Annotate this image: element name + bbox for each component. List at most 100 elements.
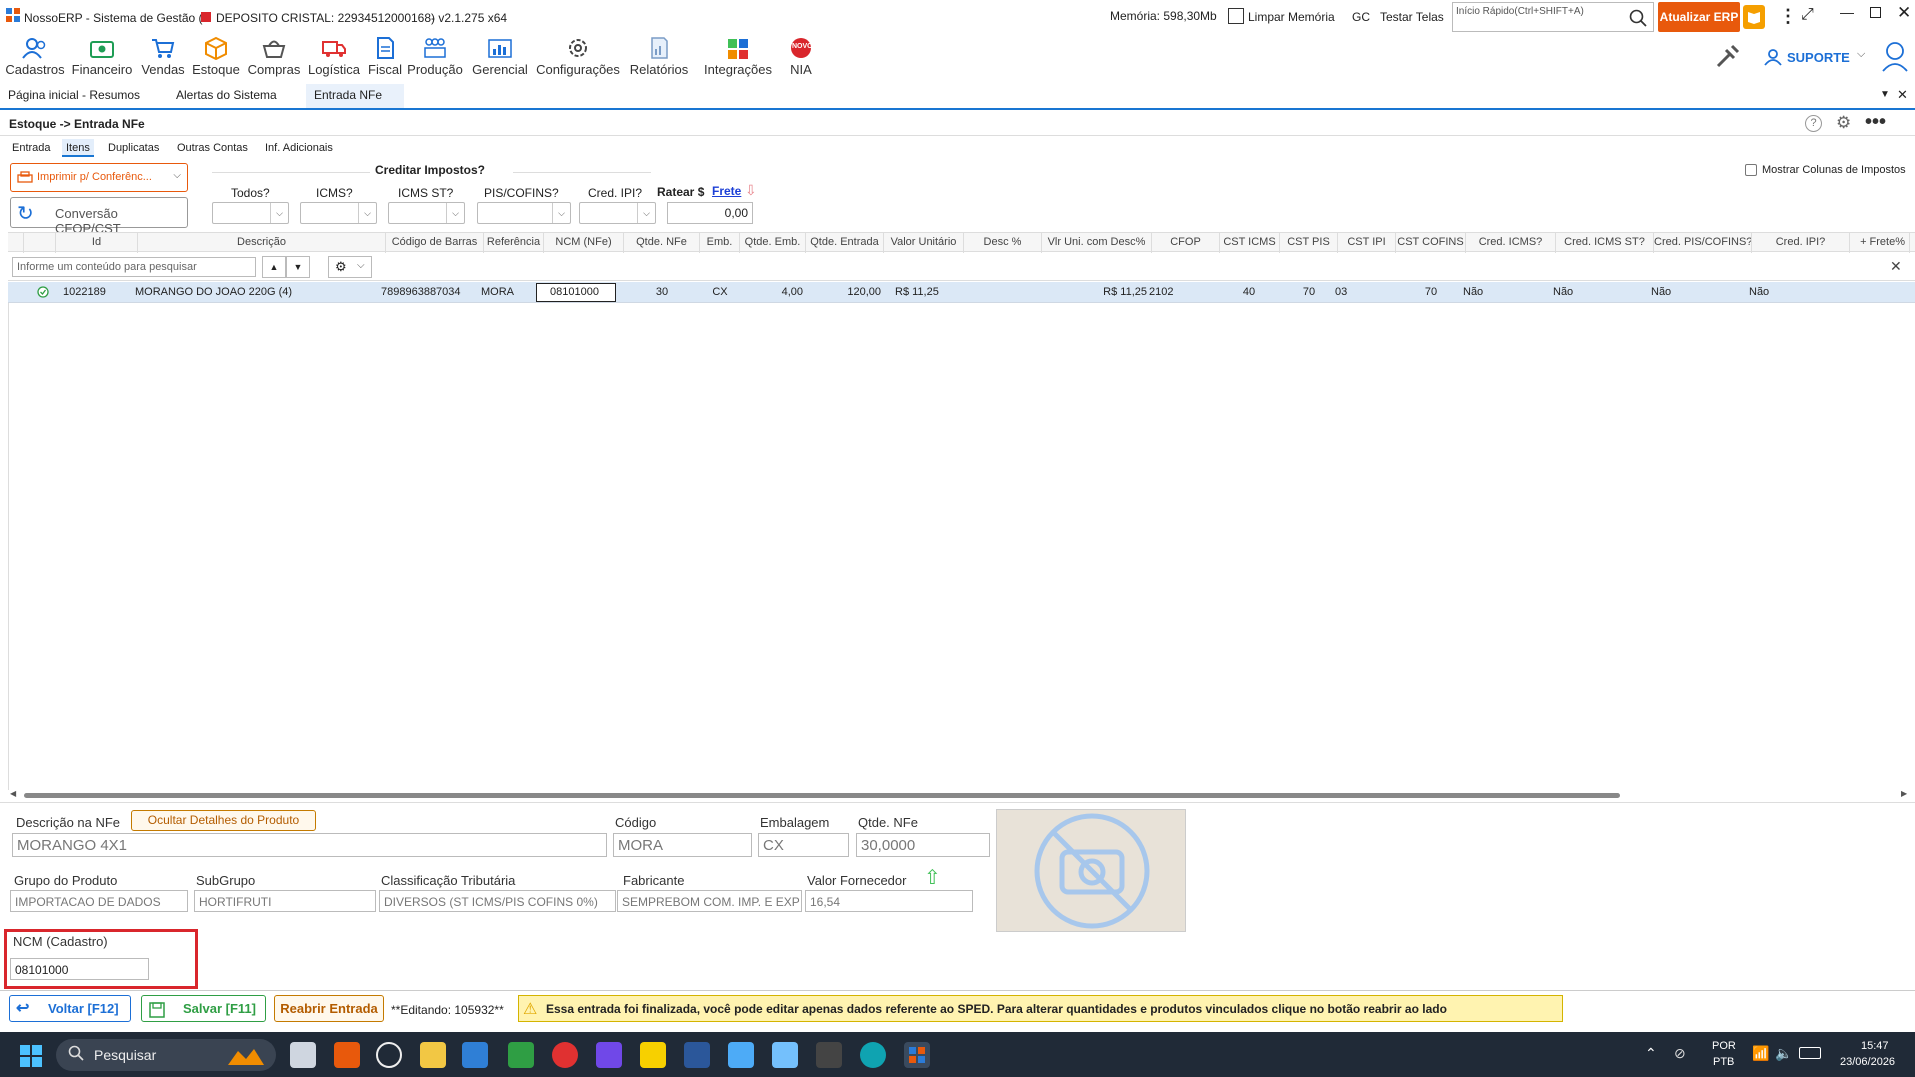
update-erp-button[interactable]: Atualizar ERP [1658, 2, 1740, 32]
quick-search-input[interactable]: Início Rápido(Ctrl+SHIFT+A) [1452, 2, 1654, 32]
grid-col-header[interactable]: Código de Barras [386, 233, 484, 253]
maximize-icon[interactable] [1870, 7, 1881, 18]
toolbar-financeiro[interactable]: Financeiro [70, 34, 134, 77]
gc-button[interactable]: GC [1352, 10, 1370, 24]
clear-memory-label[interactable]: Limpar Memória [1248, 10, 1335, 24]
grid-col-header[interactable]: Qtde. Entrada [806, 233, 884, 253]
toolbar-integracoes[interactable]: Integrações [698, 34, 778, 77]
grid-search-input[interactable]: Informe um conteúdo para pesquisar [12, 257, 256, 277]
file-explorer-icon[interactable] [420, 1042, 446, 1068]
toolbar-gerencial[interactable]: Gerencial [469, 34, 531, 77]
show-tax-columns-label[interactable]: Mostrar Colunas de Impostos [1762, 164, 1906, 176]
grid-col-header[interactable]: Cred. IPI? [1752, 233, 1850, 253]
cell-ncm-editor[interactable]: 08101000 [536, 283, 616, 302]
grid-col-header[interactable]: + Frete% [1850, 233, 1910, 253]
support-agent-icon[interactable] [1880, 39, 1910, 73]
valor-fornecedor-field[interactable]: 16,54 [805, 890, 973, 912]
subtab-duplicatas[interactable]: Duplicatas [104, 139, 163, 157]
hide-details-button[interactable]: Ocultar Detalhes do Produto [131, 810, 316, 831]
convert-cfop-button[interactable]: ↻ Conversão CFOP/CST [10, 197, 188, 236]
tab-entrada-nfe[interactable]: Entrada NFe [306, 84, 404, 110]
show-tax-columns-checkbox[interactable] [1745, 164, 1757, 176]
subtab-inf-adicionais[interactable]: Inf. Adicionais [261, 139, 337, 157]
sticky-notes-icon[interactable] [640, 1042, 666, 1068]
wifi-icon[interactable]: 📶 [1752, 1045, 1769, 1062]
product-image-placeholder[interactable] [996, 809, 1186, 932]
toolbar-logistica[interactable]: Logística [306, 34, 362, 77]
tray-app-icon[interactable]: ⊘ [1674, 1045, 1686, 1062]
tools-icon[interactable] [1714, 42, 1742, 70]
nossoerp-taskbar-icon[interactable] [904, 1042, 930, 1068]
grid-col-header[interactable]: Qtde. NFe [624, 233, 700, 253]
grid-settings-button[interactable]: ⚙ ⌵ [328, 256, 372, 278]
fabricante-field[interactable]: SEMPREBOM COM. IMP. E EXP [617, 890, 802, 912]
minimize-icon[interactable]: — [1840, 4, 1854, 20]
search-prev-button[interactable]: ▲ [262, 256, 286, 278]
grid-col-header[interactable]: Id [56, 233, 138, 253]
chevron-down-icon[interactable]: ⌵ [1857, 48, 1865, 61]
tab-pagina-inicial[interactable]: Página inicial - Resumos [0, 84, 148, 110]
grid-col-header[interactable]: Desc % [964, 233, 1042, 253]
print-conference-button[interactable]: Imprimir p/ Conferênc... ⌵ [10, 163, 188, 192]
grid-col-header[interactable]: Cred. ICMS? [1466, 233, 1556, 253]
clear-memory-checkbox[interactable] [1228, 8, 1244, 24]
windows-start-icon[interactable] [20, 1045, 42, 1067]
more-vertical-icon[interactable]: ⋮ [1779, 6, 1797, 27]
horizontal-scrollbar[interactable]: ◀ ▶ [8, 789, 1915, 800]
search-next-button[interactable]: ▼ [286, 256, 310, 278]
filter-pis-cofins-select[interactable]: ⌵ [477, 202, 571, 224]
scroll-left-icon[interactable]: ◀ [10, 789, 16, 798]
edge-icon[interactable] [860, 1042, 886, 1068]
book-icon[interactable] [1743, 5, 1765, 29]
table-row[interactable]: 1022189 MORANGO DO JOAO 220G (4) 7898963… [8, 282, 1915, 303]
clock-time[interactable]: 15:47 [1861, 1040, 1889, 1052]
app-s-icon[interactable] [462, 1042, 488, 1068]
grid-col-header[interactable]: CST ICMS [1220, 233, 1280, 253]
freight-link[interactable]: Frete [712, 184, 741, 198]
search-icon[interactable] [1629, 9, 1647, 27]
subtab-itens[interactable]: Itens [62, 139, 94, 157]
task-view-icon[interactable] [290, 1042, 316, 1068]
desc-nfe-field[interactable]: MORANGO 4X1 [12, 833, 607, 857]
taskbar-search[interactable]: Pesquisar [56, 1039, 276, 1071]
toolbar-configuracoes[interactable]: Configurações [534, 34, 622, 77]
settings-icon[interactable]: ⚙ [1836, 113, 1851, 133]
notepad-icon[interactable] [728, 1042, 754, 1068]
subtab-entrada[interactable]: Entrada [8, 139, 55, 157]
user-icon[interactable] [1764, 48, 1782, 66]
app-x-icon[interactable] [508, 1042, 534, 1068]
toolbar-fiscal[interactable]: Fiscal [363, 34, 407, 77]
toolbar-producao[interactable]: Produção [406, 34, 464, 77]
chrome-icon[interactable] [552, 1042, 578, 1068]
grid-col-header[interactable]: Cred. PIS/COFINS? [1654, 233, 1752, 253]
tab-alertas[interactable]: Alertas do Sistema [168, 84, 285, 110]
close-tab-icon[interactable]: ✕ [1897, 87, 1908, 103]
grid-col-header[interactable]: Referência [484, 233, 544, 253]
support-label[interactable]: SUPORTE [1787, 50, 1850, 65]
grid-col-header[interactable]: Valor Unitário [884, 233, 964, 253]
grid-col-header[interactable]: Vlr Uni. com Desc% [1042, 233, 1152, 253]
grid-col-header[interactable]: CST PIS [1280, 233, 1338, 253]
clear-search-icon[interactable]: ✕ [1890, 258, 1902, 275]
back-button[interactable]: ↩ Voltar [F12] [9, 995, 131, 1022]
filter-cred-ipi-select[interactable]: ⌵ [579, 202, 656, 224]
word-icon[interactable] [684, 1042, 710, 1068]
language-primary[interactable]: POR [1712, 1040, 1736, 1052]
language-secondary[interactable]: PTB [1713, 1056, 1734, 1068]
classif-field[interactable]: DIVERSOS (ST ICMS/PIS COFINS 0%) [379, 890, 616, 912]
volume-icon[interactable]: 🔈 [1775, 1045, 1792, 1062]
subgrupo-field[interactable]: HORTIFRUTI [194, 890, 376, 912]
terminal-icon[interactable] [816, 1042, 842, 1068]
filter-todos-select[interactable]: ⌵ [212, 202, 289, 224]
close-icon[interactable]: ✕ [1897, 3, 1911, 23]
subtab-outras-contas[interactable]: Outras Contas [173, 139, 252, 157]
filter-icms-select[interactable]: ⌵ [300, 202, 377, 224]
grid-col-header[interactable]: NCM (NFe) [544, 233, 624, 253]
sync-icon[interactable] [376, 1042, 402, 1068]
grupo-field[interactable]: IMPORTACAO DE DADOS [10, 890, 188, 912]
tabs-dropdown-icon[interactable]: ▼ [1880, 89, 1890, 100]
grid-col-header[interactable]: CFOP [1152, 233, 1220, 253]
toolbar-cadastros[interactable]: Cadastros [4, 34, 66, 77]
scrollbar-thumb[interactable] [24, 793, 1620, 798]
grid-col-header[interactable]: CST COFINS [1396, 233, 1466, 253]
